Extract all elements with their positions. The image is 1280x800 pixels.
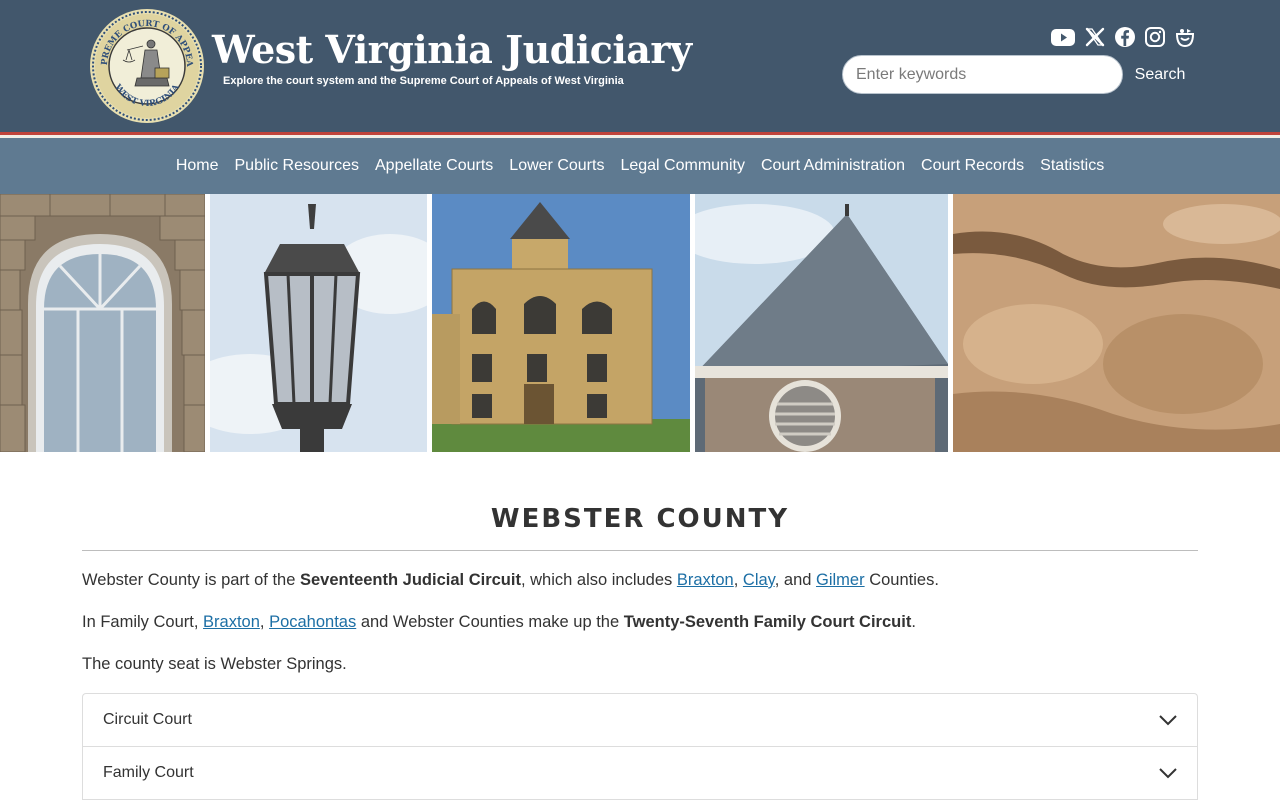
hero-photo-street-lamp (210, 194, 427, 452)
youtube-icon[interactable] (1050, 26, 1076, 48)
county-seat-paragraph: The county seat is Webster Springs. (82, 655, 347, 673)
para1-text: Counties. (864, 571, 939, 589)
para2-text: and Webster Counties make up the (356, 613, 624, 631)
chevron-down-icon (1159, 714, 1177, 725)
hero-image-banner (0, 194, 1280, 452)
instagram-icon[interactable] (1144, 26, 1166, 48)
accordion-circuit-court[interactable]: Circuit Court (83, 694, 1197, 747)
nav-court-administration[interactable]: Court Administration (753, 157, 913, 175)
braxton-link[interactable]: Braxton (677, 571, 734, 589)
clay-link[interactable]: Clay (743, 571, 775, 589)
nav-home[interactable]: Home (168, 157, 227, 175)
pocahontas-link[interactable]: Pocahontas (269, 613, 356, 631)
site-header: SUPREME COURT OF APPEALS WEST VIRGINIA W… (0, 0, 1280, 132)
search-input[interactable] (842, 55, 1123, 94)
smugmug-icon[interactable] (1174, 26, 1196, 48)
para2-text: . (911, 613, 916, 631)
para2-separator: , (259, 613, 270, 631)
circuit-paragraph: Webster County is part of the Seventeent… (82, 569, 939, 591)
main-nav: Home Public Resources Appellate Courts L… (0, 138, 1280, 194)
para2-text: In Family Court, (82, 613, 204, 631)
x-icon[interactable] (1084, 26, 1106, 48)
accordion-label: Circuit Court (103, 711, 192, 728)
accordion-label: Family Court (103, 764, 194, 781)
hero-photo-arched-window (0, 194, 205, 452)
para1-text: , which also includes (520, 571, 677, 589)
hero-photo-courthouse (432, 194, 690, 452)
hero-photo-stone-texture (953, 194, 1280, 452)
page-title: WEBSTER COUNTY (490, 504, 790, 534)
nav-statistics[interactable]: Statistics (1032, 157, 1112, 175)
para1-separator: , and (774, 571, 817, 589)
nav-court-records[interactable]: Court Records (913, 157, 1032, 175)
nav-lower-courts[interactable]: Lower Courts (501, 157, 612, 175)
nav-legal-community[interactable]: Legal Community (612, 157, 753, 175)
court-accordion: Circuit Court Family Court (82, 693, 1198, 800)
para1-text: Webster County is part of the (82, 571, 300, 589)
facebook-icon[interactable] (1114, 26, 1136, 48)
gilmer-link[interactable]: Gilmer (816, 571, 865, 589)
search-button[interactable]: Search (1125, 55, 1195, 94)
site-tagline: Explore the court system and the Supreme… (223, 75, 624, 87)
hero-photo-roof-vent (695, 194, 948, 452)
family-court-circuit-name: Twenty-Seventh Family Court Circuit (623, 613, 912, 631)
site-title[interactable]: West Virginia Judiciary (212, 26, 692, 74)
nav-appellate-courts[interactable]: Appellate Courts (367, 157, 501, 175)
braxton-link[interactable]: Braxton (203, 613, 260, 631)
accordion-family-court[interactable]: Family Court (83, 747, 1197, 800)
social-links (1050, 26, 1196, 48)
title-divider (82, 550, 1198, 551)
nav-public-resources[interactable]: Public Resources (227, 157, 368, 175)
judicial-circuit-name: Seventeenth Judicial Circuit (299, 571, 521, 589)
family-court-paragraph: In Family Court, Braxton, Pocahontas and… (82, 611, 916, 633)
chevron-down-icon (1159, 767, 1177, 778)
supreme-court-seal-logo[interactable]: SUPREME COURT OF APPEALS WEST VIRGINIA (85, 1, 205, 124)
para1-separator: , (733, 571, 743, 589)
